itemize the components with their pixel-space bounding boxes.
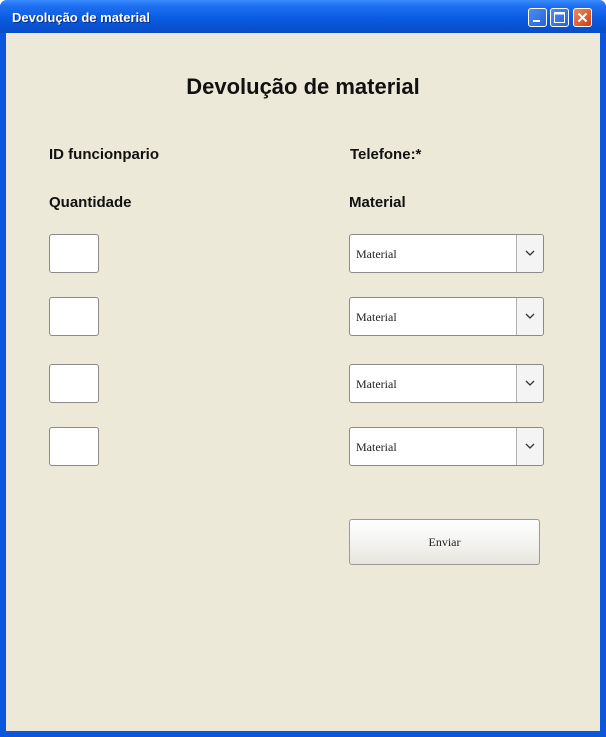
dropdown-button[interactable] <box>516 365 543 402</box>
material-select-value: Material <box>356 247 397 261</box>
material-select-4[interactable]: Material <box>349 427 544 466</box>
maximize-button[interactable] <box>550 8 569 27</box>
quantity-input-3[interactable] <box>49 364 99 403</box>
minimize-icon <box>533 20 540 22</box>
quantity-label: Quantidade <box>49 194 132 211</box>
chevron-down-icon <box>525 313 535 319</box>
material-label: Material <box>349 194 406 211</box>
page-title: Devolução de material <box>186 74 420 99</box>
material-select-2[interactable]: Material <box>349 297 544 336</box>
employee-id-label: ID funcionpario <box>49 146 159 163</box>
maximize-icon <box>554 12 565 23</box>
submit-button[interactable]: Enviar <box>349 519 540 565</box>
minimize-button[interactable] <box>528 8 547 27</box>
form-panel: Devolução de material ID funcionpario Te… <box>6 33 600 731</box>
chevron-down-icon <box>525 250 535 256</box>
chevron-down-icon <box>525 380 535 386</box>
chevron-down-icon <box>525 443 535 449</box>
quantity-input-2[interactable] <box>49 297 99 336</box>
app-window: Devolução de material Devolução de mater… <box>0 0 606 737</box>
close-button[interactable] <box>573 8 592 27</box>
quantity-input-1[interactable] <box>49 234 99 273</box>
window-title: Devolução de material <box>12 10 150 25</box>
material-select-3[interactable]: Material <box>349 364 544 403</box>
title-bar[interactable]: Devolução de material <box>0 0 606 33</box>
close-icon <box>577 12 588 23</box>
material-select-1[interactable]: Material <box>349 234 544 273</box>
dropdown-button[interactable] <box>516 428 543 465</box>
material-select-value: Material <box>356 440 397 454</box>
dropdown-button[interactable] <box>516 298 543 335</box>
dropdown-button[interactable] <box>516 235 543 272</box>
quantity-input-4[interactable] <box>49 427 99 466</box>
material-select-value: Material <box>356 377 397 391</box>
phone-label: Telefone:* <box>350 146 422 163</box>
material-select-value: Material <box>356 310 397 324</box>
